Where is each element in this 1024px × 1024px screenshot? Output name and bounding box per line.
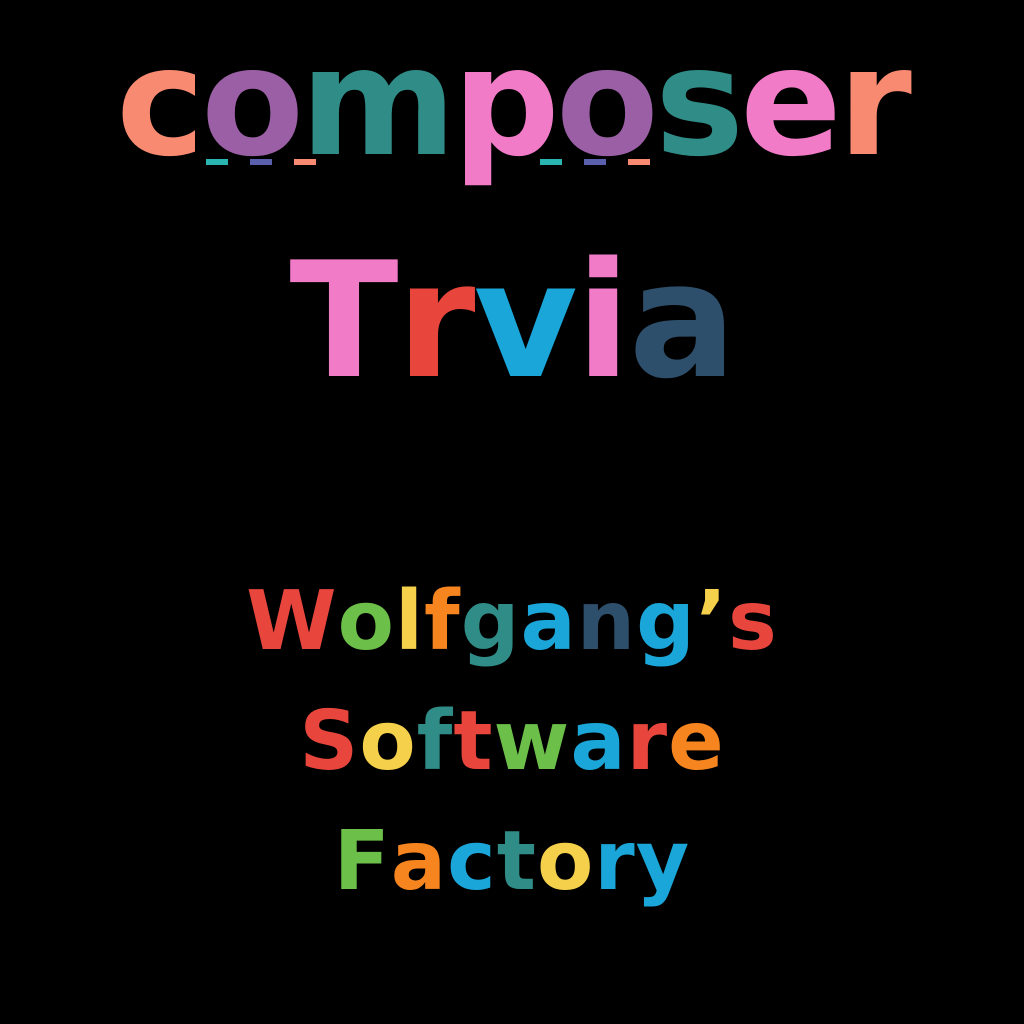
- studio-factory-letter-2: c: [447, 814, 497, 909]
- studio-software-letter-4: w: [493, 694, 571, 789]
- title-decoration-dashes-2: [540, 152, 650, 165]
- title-composer-letter-7: r: [837, 16, 912, 190]
- title-composer-letter-2: m: [300, 16, 456, 190]
- title-trivia-letter-3: i: [575, 227, 631, 414]
- studio-name-line-1: Wolfgang’s: [0, 572, 1024, 672]
- studio-factory-letter-5: r: [594, 814, 636, 909]
- title-trivia-letter-2: v: [473, 227, 577, 414]
- studio-software-letter-2: f: [416, 694, 454, 789]
- title-composer-letter-0: c: [116, 16, 205, 190]
- studio-factory-letter-6: y: [635, 814, 691, 909]
- studio-factory-letter-3: t: [496, 814, 537, 909]
- game-title-line-composer: composer: [0, 18, 1024, 188]
- title-decoration-dashes-1: [206, 152, 316, 165]
- studio-wolfgangs-letter-8: ’: [695, 574, 729, 669]
- studio-wolfgangs-letter-3: f: [424, 574, 461, 669]
- game-title-line-trivia: Trvia: [0, 226, 1024, 416]
- studio-wolfgangs-letter-0: W: [246, 574, 338, 669]
- dash-ornament: [540, 159, 650, 165]
- studio-factory-letter-4: o: [536, 814, 595, 909]
- studio-wolfgangs-letter-6: n: [576, 574, 637, 669]
- studio-software-letter-0: S: [299, 694, 360, 789]
- dash-ornament: [206, 159, 316, 165]
- studio-software-letter-3: t: [453, 694, 494, 789]
- title-trivia-letter-0: T: [289, 227, 398, 414]
- studio-wolfgangs-letter-4: g: [460, 574, 521, 669]
- title-trivia-letter-1: r: [396, 227, 476, 414]
- title-composer-letter-5: s: [654, 16, 744, 190]
- studio-software-letter-6: r: [626, 694, 669, 789]
- title-trivia-letter-4: a: [628, 227, 737, 414]
- studio-wolfgangs-letter-1: o: [337, 574, 395, 669]
- studio-wolfgangs-letter-7: g: [636, 574, 696, 669]
- studio-wolfgangs-letter-5: a: [520, 574, 577, 669]
- studio-software-letter-1: o: [359, 694, 417, 789]
- studio-name-line-2: Software: [0, 692, 1024, 792]
- studio-factory-letter-1: a: [390, 814, 448, 909]
- studio-wolfgangs-letter-2: l: [394, 574, 425, 669]
- title-screen: composer Trvia Wolfgang’s Software Facto…: [0, 0, 1024, 1024]
- studio-software-letter-5: a: [570, 694, 627, 789]
- studio-software-letter-7: e: [668, 694, 725, 789]
- studio-name-line-3: Factory: [0, 812, 1024, 912]
- title-composer-letter-6: e: [740, 16, 842, 190]
- studio-factory-letter-0: F: [333, 814, 391, 909]
- studio-wolfgangs-letter-9: s: [728, 574, 778, 669]
